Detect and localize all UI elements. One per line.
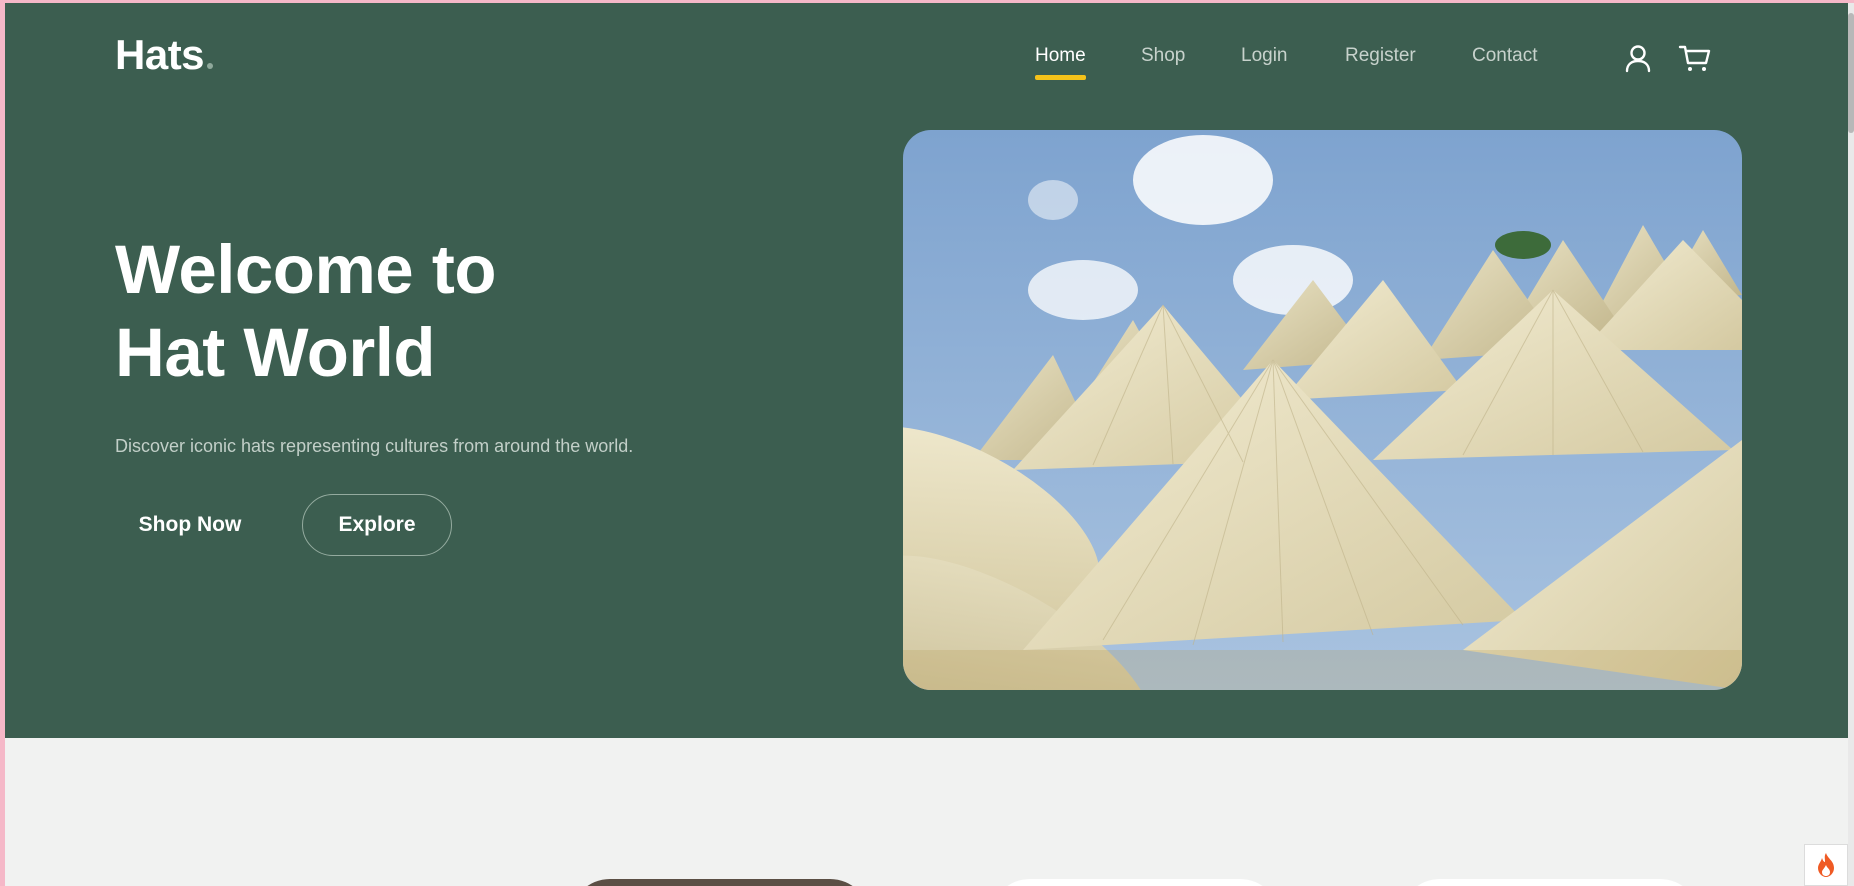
page-scrollbar[interactable] xyxy=(1848,3,1854,886)
shop-now-button[interactable]: Shop Now xyxy=(115,494,265,556)
scrollbar-thumb[interactable] xyxy=(1848,13,1854,133)
hero-image xyxy=(903,130,1742,690)
flame-icon xyxy=(1818,853,1834,877)
product-card-preview xyxy=(990,879,1280,886)
hero-subtitle: Discover iconic hats representing cultur… xyxy=(115,436,634,456)
explore-button[interactable]: Explore xyxy=(302,494,452,556)
flame-widget[interactable] xyxy=(1804,844,1848,886)
logo-dot xyxy=(207,63,214,69)
product-card-preview xyxy=(570,879,870,886)
nav-home-label: Home xyxy=(1035,45,1086,66)
account-button[interactable] xyxy=(1621,41,1655,75)
nav-home[interactable]: Home xyxy=(1035,45,1086,80)
cart-button[interactable] xyxy=(1678,41,1712,75)
nav-contact-label: Contact xyxy=(1472,45,1538,66)
page-viewport: Hats Home Shop Login Register Contact We… xyxy=(5,3,1848,886)
hero-section: Hats Home Shop Login Register Contact We… xyxy=(5,3,1848,738)
hero-title-line1: Welcome to xyxy=(115,231,496,308)
brand-name: Hats xyxy=(115,31,205,78)
nav-contact[interactable]: Contact xyxy=(1472,45,1537,67)
hero-title-line2: Hat World xyxy=(115,314,436,391)
conical-hats-illustration xyxy=(903,130,1742,690)
nav-shop-label: Shop xyxy=(1141,45,1186,66)
nav-register[interactable]: Register xyxy=(1345,45,1416,67)
active-indicator xyxy=(1035,75,1086,80)
nav-login[interactable]: Login xyxy=(1241,45,1288,67)
product-card-preview xyxy=(1400,879,1700,886)
nav-shop[interactable]: Shop xyxy=(1141,45,1185,67)
brand-logo[interactable]: Hats xyxy=(115,31,214,79)
cart-icon xyxy=(1678,45,1711,71)
nav-register-label: Register xyxy=(1345,45,1416,66)
nav-login-label: Login xyxy=(1241,45,1288,66)
user-icon xyxy=(1625,45,1651,73)
hero-title: Welcome to Hat World xyxy=(115,228,496,394)
